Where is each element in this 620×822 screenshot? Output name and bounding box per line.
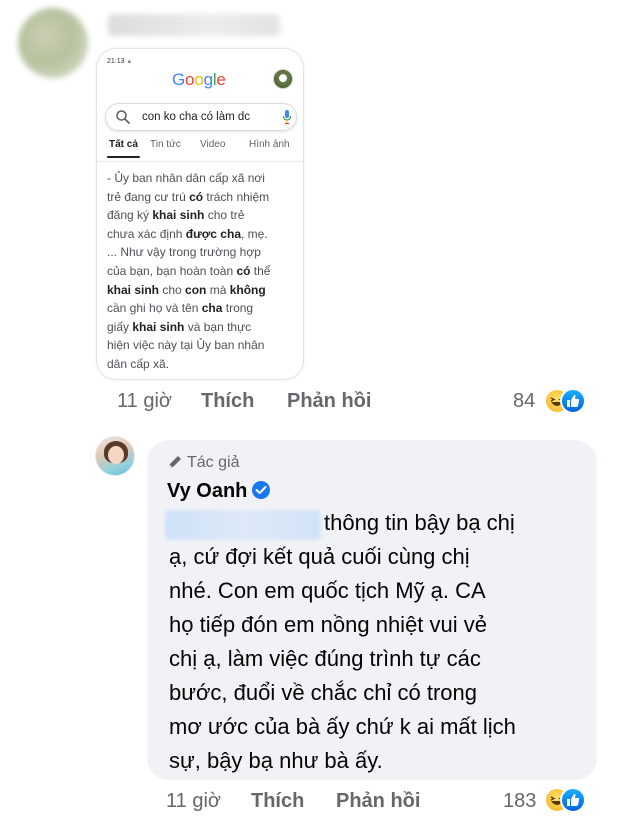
like-reaction-icon <box>560 388 586 414</box>
author-name-row: Vy Oanh <box>167 480 271 503</box>
account-avatar <box>273 69 293 89</box>
divider <box>97 161 303 162</box>
verified-icon <box>247 480 271 502</box>
snippet-line: khai sinh cho con mà không <box>107 282 266 297</box>
reply-timestamp[interactable]: 11 giờ <box>166 790 221 813</box>
search-query: con ko cha có làm dc <box>142 111 251 123</box>
google-logo-letter: e <box>216 70 226 89</box>
google-logo: Google <box>172 70 226 90</box>
reply-reply-button[interactable]: Phản hồi <box>336 790 420 813</box>
status-bar: 21:13 ▴ <box>107 57 131 65</box>
snippet-line: trẻ đang cư trú có trách nhiệm <box>107 189 270 204</box>
author-name[interactable]: Vy Oanh <box>167 480 247 502</box>
reply-text-line: sự, bậy bạ như bà ấy. <box>169 748 383 773</box>
reply-button[interactable]: Phản hồi <box>287 390 371 413</box>
commenter-name[interactable] <box>108 14 280 36</box>
reply-actions: 11 giờ Thích Phản hồi <box>166 790 466 816</box>
snippet-line: đăng ký khai sinh cho trẻ <box>107 208 245 223</box>
comment-timestamp[interactable]: 11 giờ <box>117 390 172 413</box>
comment-actions: 11 giờ Thích Phản hồi <box>117 390 417 416</box>
search-icon <box>115 109 131 130</box>
snippet-line: cần ghi họ và tên cha trong <box>107 301 254 316</box>
search-result-snippet: - Ủy ban nhân dân cấp xã nơi trẻ đang cư … <box>107 169 299 374</box>
status-time: 21:13 <box>107 58 125 65</box>
reply-text: thông tin bậy bạ chị ạ, cứ đợi kết quả cu… <box>169 506 589 778</box>
reply-reaction-count[interactable]: 183 <box>503 790 536 813</box>
google-logo-letter: g <box>203 70 213 89</box>
tab-images: Hình ảnh <box>249 139 290 150</box>
active-tab-indicator <box>107 156 140 158</box>
reply-text-line: nhé. Con em quốc tịch Mỹ ạ. CA <box>169 578 486 603</box>
like-reaction-icon <box>560 787 586 813</box>
google-logo-letter: G <box>172 70 186 89</box>
tab-video: Video <box>200 139 226 150</box>
reply-like-button[interactable]: Thích <box>251 790 304 813</box>
reply-reaction-summary[interactable] <box>544 787 590 815</box>
reply-text-line: thông tin bậy bạ chị <box>324 510 515 535</box>
reply-text-line: họ tiếp đón em nồng nhiệt vui vẻ <box>169 612 488 637</box>
like-button[interactable]: Thích <box>201 390 254 413</box>
commenter-avatar[interactable] <box>18 8 88 78</box>
snippet-line: ... Như vậy trong trường hợp <box>107 245 261 260</box>
reply-comment-bubble: Tác giả Vy Oanh thông tin bậy bạ chị ạ, c… <box>147 440 597 780</box>
tab-news: Tin tức <box>150 139 181 150</box>
snippet-line: - Ủy ban nhân dân cấp xã nơi <box>107 171 265 185</box>
reaction-count[interactable]: 84 <box>513 390 535 413</box>
snippet-line: hiện việc này tại Ủy ban nhân <box>107 338 265 353</box>
mic-icon <box>282 109 292 130</box>
reply-text-line: chị ạ, làm việc đúng trình tự các <box>169 646 481 671</box>
tab-all: Tất cả <box>109 139 138 150</box>
reply-text-line: ạ, cứ đợi kết quả cuối cùng chị <box>169 544 470 569</box>
author-badge: Tác giả <box>167 454 239 472</box>
reaction-summary[interactable] <box>544 388 590 416</box>
snippet-line: chưa xác định được cha, mẹ. <box>107 226 268 241</box>
snippet-line: dân cấp xã. <box>107 356 170 371</box>
search-input: con ko cha có làm dc <box>105 103 297 131</box>
signal-icon: ▴ <box>127 58 132 65</box>
google-logo-letter: o <box>185 70 195 89</box>
pen-icon <box>167 454 187 471</box>
attached-screenshot[interactable]: 21:13 ▴ Google con ko cha có làm dc Tất c… <box>96 48 304 380</box>
google-logo-letter: o <box>194 70 204 89</box>
author-avatar[interactable] <box>95 436 135 476</box>
snippet-line: giấy khai sinh và bạn thực <box>107 319 252 334</box>
snippet-line: của bạn, bạn hoàn toàn có thể <box>107 263 271 278</box>
author-badge-label: Tác giả <box>187 454 240 471</box>
reply-text-line: mơ ước của bà ấy chứ k ai mất lịch <box>169 714 516 739</box>
reply-text-line: bước, đuổi về chắc chỉ có trong <box>169 680 477 705</box>
avatar-face <box>108 446 124 464</box>
